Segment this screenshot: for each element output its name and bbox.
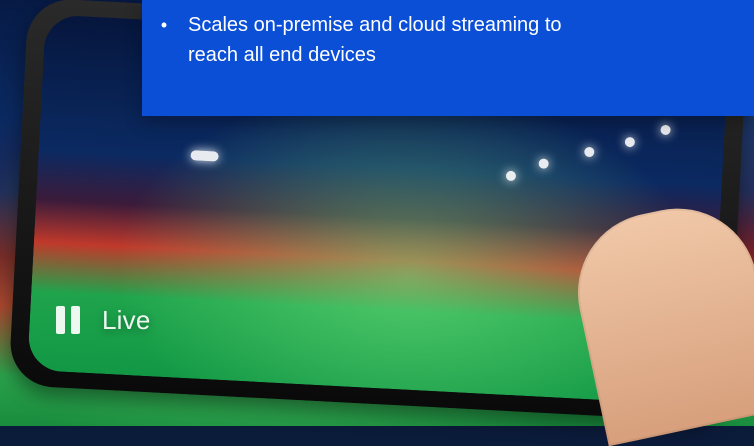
live-label: Live — [102, 305, 151, 335]
stadium-light — [660, 124, 671, 136]
feature-line-2: reach all end devices — [188, 44, 376, 66]
stadium-light — [190, 150, 219, 162]
player-controls: Live — [54, 304, 151, 336]
feature-line-1: Scales on-premise and cloud streaming to — [188, 14, 562, 36]
stadium-light — [538, 158, 549, 169]
stadium-light — [505, 170, 517, 182]
pause-icon[interactable] — [54, 304, 82, 336]
stadium-light — [624, 136, 636, 148]
feature-overlay: • Scales on-premise and cloud streaming … — [142, 0, 754, 116]
bullet-point: • — [160, 15, 168, 35]
feature-text: • Scales on-premise and cloud streaming … — [161, 10, 736, 70]
stadium-light — [584, 146, 595, 158]
